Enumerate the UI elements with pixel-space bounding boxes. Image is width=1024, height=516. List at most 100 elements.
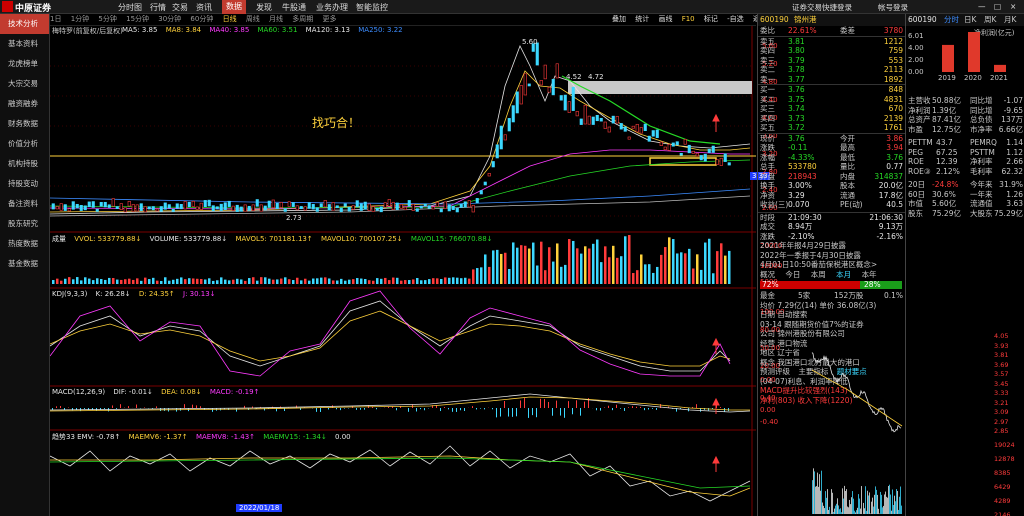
ask-row-1[interactable]: 卖一 3.77 1892: [758, 75, 905, 85]
menu-item-3[interactable]: 资讯: [196, 2, 212, 13]
sidebar-item-5[interactable]: 财务数据: [0, 114, 49, 134]
account-login-link[interactable]: 帐号登录: [878, 2, 908, 13]
minimize-button[interactable]: —: [978, 2, 986, 11]
tool-4[interactable]: 标记: [704, 15, 718, 23]
candle: [167, 204, 171, 209]
candle: [379, 206, 383, 213]
macd-bar: [192, 404, 193, 408]
period-6[interactable]: 日线: [223, 15, 237, 23]
tab-month[interactable]: 本月: [836, 270, 851, 279]
volume-bar: [436, 278, 439, 284]
mini-volume-bar: [840, 508, 841, 514]
sidebar-item-4[interactable]: 融资融券: [0, 94, 49, 114]
candle: [87, 201, 91, 207]
mini-volume-bar: [867, 490, 868, 514]
macd-bar: [536, 408, 537, 418]
macd-legend-3: MACD: -0.19↑: [209, 388, 260, 396]
ask-row-4[interactable]: 卖四 3.80 759: [758, 46, 905, 56]
tool-2[interactable]: 画线: [658, 15, 672, 23]
ask-row-2[interactable]: 卖二 3.78 2113: [758, 65, 905, 75]
period-7[interactable]: 周线: [246, 15, 260, 23]
period-4[interactable]: 30分钟: [158, 15, 181, 23]
macd-bar: [364, 408, 365, 410]
tab-week[interactable]: 本周: [811, 270, 826, 279]
tool-1[interactable]: 统计: [635, 15, 649, 23]
bid-row-4[interactable]: 买四 3.73 2139: [758, 114, 905, 124]
mini-volume-bar: [825, 491, 826, 514]
profile-tab-3[interactable]: 月K: [1004, 14, 1016, 26]
sidebar-item-10[interactable]: 股东研究: [0, 214, 49, 234]
kline-chart-area[interactable]: 梅特罗(前复权/后复权) MA5: 3.85 MA8: 3.84 MA40: 3…: [49, 26, 785, 516]
ask-row-3[interactable]: 卖三 3.79 553: [758, 56, 905, 66]
kline-chart-svg[interactable]: [49, 26, 756, 516]
period-9[interactable]: 多周期: [292, 15, 313, 23]
bid-row-3[interactable]: 买三 3.74 670: [758, 104, 905, 114]
menu-item-2[interactable]: 交易: [172, 2, 188, 13]
mini-volume-bar: [885, 491, 886, 514]
mini-volume-bar: [854, 510, 855, 514]
sidebar-item-12[interactable]: 基金数据: [0, 254, 49, 274]
tab-year[interactable]: 本年: [862, 270, 877, 279]
sidebar-item-11[interactable]: 热度数据: [0, 234, 49, 254]
candle: [395, 202, 399, 210]
tab-overview[interactable]: 概况: [760, 270, 775, 279]
volume-bar: [692, 268, 695, 284]
mini-volume-bar: [899, 496, 900, 514]
close-button[interactable]: ×: [1010, 2, 1016, 11]
profile-tab-2[interactable]: 周K: [984, 14, 996, 26]
period-1[interactable]: 1分钟: [71, 15, 89, 23]
mini-vol-axis-0: 19024: [994, 441, 1015, 449]
menu-item-8[interactable]: 智能监控: [356, 2, 388, 13]
sidebar-item-9[interactable]: 备注资料: [0, 194, 49, 214]
tab-rating[interactable]: 预测评级: [760, 367, 790, 376]
low-price-label: 2.73: [286, 214, 302, 222]
maximize-button[interactable]: □: [994, 2, 1001, 11]
mini-volume-bar: [878, 508, 879, 514]
tool-3[interactable]: F10: [682, 15, 695, 23]
stat-value-2: 0.77: [886, 162, 903, 171]
tool-0[interactable]: 叠加: [612, 15, 626, 23]
period-3[interactable]: 15分钟: [126, 15, 149, 23]
sidebar-item-8[interactable]: 持股变动: [0, 174, 49, 194]
menu-item-5[interactable]: 发现: [256, 2, 272, 13]
period-2[interactable]: 5分钟: [98, 15, 116, 23]
menu-item-1[interactable]: 行情: [150, 2, 166, 13]
period-10[interactable]: 更多: [323, 15, 337, 23]
news-line[interactable]: 4月01日10:50番茄保税港区概念>: [758, 260, 905, 270]
menu-item-4[interactable]: 数据: [222, 0, 246, 14]
bid-volume: 1761: [883, 123, 903, 132]
tool-5[interactable]: -自选: [727, 15, 744, 23]
sidebar-item-2[interactable]: 龙虎榜单: [0, 54, 49, 74]
sidebar-item-1[interactable]: 基本资料: [0, 34, 49, 54]
bid-row-5[interactable]: 买五 3.72 1761: [758, 123, 905, 133]
bid-row-2[interactable]: 买二 3.75 4831: [758, 95, 905, 105]
sidebar-item-3[interactable]: 大宗交易: [0, 74, 49, 94]
period-8[interactable]: 月线: [269, 15, 283, 23]
sidebar-item-6[interactable]: 价值分析: [0, 134, 49, 154]
sidebar-item-0[interactable]: 技术分析: [0, 14, 49, 34]
menu-item-6[interactable]: 牛股通: [282, 2, 306, 13]
period-0[interactable]: 1日: [50, 15, 61, 23]
mini-vol-axis-3: 6429: [994, 483, 1011, 491]
bid-row-1[interactable]: 买一 3.76 848: [758, 85, 905, 95]
ask-row-5[interactable]: 卖五 3.81 1212: [758, 37, 905, 47]
quick-login-link[interactable]: 证券交易快捷登录: [792, 2, 852, 13]
stat-value-2: 40.5: [886, 200, 903, 209]
profile-tab-0[interactable]: 分时: [944, 14, 959, 26]
macd-bar: [624, 408, 625, 411]
tab-today[interactable]: 今日: [785, 270, 800, 279]
menu-item-7[interactable]: 业务办理: [316, 2, 348, 13]
sidebar-item-7[interactable]: 机构持股: [0, 154, 49, 174]
stat-value: 533780: [788, 162, 817, 171]
menu-item-0[interactable]: 分时图: [118, 2, 142, 13]
mini-volume-bar: [889, 484, 890, 514]
stat-label: 收益(三): [760, 200, 789, 209]
kv-row: 主营收 50.88亿 同比增 -1.07: [906, 96, 1024, 106]
volume-bar: [528, 248, 531, 284]
period-5[interactable]: 60分钟: [190, 15, 213, 23]
volume-bar: [532, 242, 535, 284]
macd-legend-0: MACD(12,26,9): [52, 388, 106, 396]
profile-tab-1[interactable]: 日K: [964, 14, 976, 26]
kv-value: 1.39亿: [932, 105, 957, 115]
bid-label: 买一: [760, 85, 775, 94]
